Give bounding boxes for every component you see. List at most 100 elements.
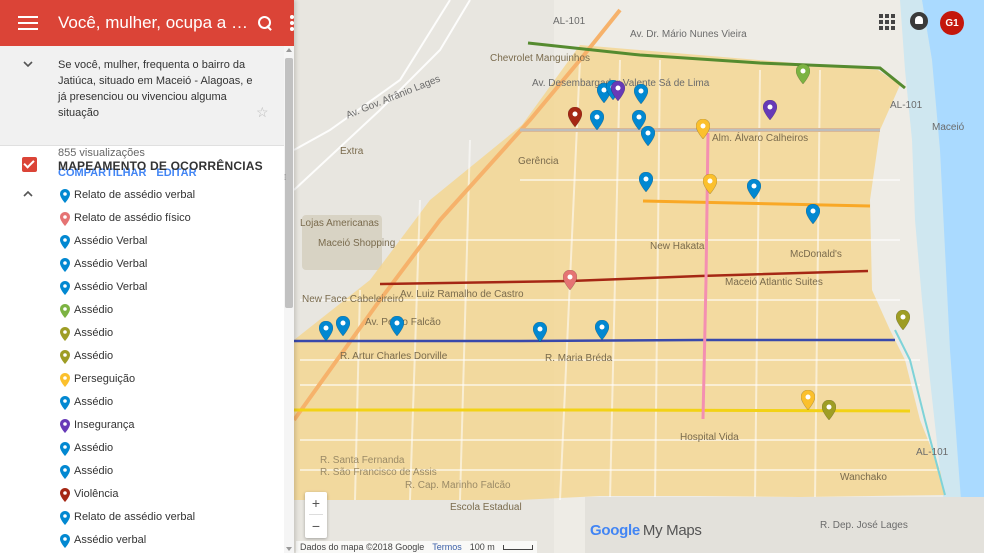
map-attribution: Dados do mapa ©2018 Google Termos 100 m	[296, 541, 537, 553]
map-pin[interactable]	[611, 81, 625, 101]
map-pin[interactable]	[822, 400, 836, 420]
list-item[interactable]: Assédio	[0, 300, 282, 323]
map-pin[interactable]	[634, 84, 648, 104]
list-item[interactable]: Assédio Verbal	[0, 231, 282, 254]
map-marker-icon	[60, 189, 70, 203]
scroll-up-arrow[interactable]	[286, 48, 292, 52]
list-item-label: Assédio	[74, 327, 114, 339]
list-item[interactable]: Assédio verbal	[0, 530, 282, 553]
list-item[interactable]: Relato de assédio verbal	[0, 507, 282, 530]
scale-bar	[502, 544, 533, 550]
list-item[interactable]: Relato de assédio físico	[0, 208, 282, 231]
more-options-icon[interactable]	[290, 15, 294, 31]
menu-icon[interactable]	[18, 16, 38, 30]
layer-header: MAPEAMENTO DE OCORRÊNCIAS	[0, 155, 282, 179]
map-marker-icon	[60, 465, 70, 479]
app-root: AL-101 Av. Dr. Mário Nunes Vieira Av. Go…	[0, 0, 984, 553]
map-pin[interactable]	[806, 204, 820, 224]
map-pin[interactable]	[703, 174, 717, 194]
apps-grid-icon[interactable]	[879, 14, 895, 30]
map-pin[interactable]	[747, 179, 761, 199]
map-marker-icon	[60, 327, 70, 341]
list-item[interactable]: Assédio	[0, 438, 282, 461]
map-label-wanchako: Wanchako	[840, 472, 887, 483]
zoom-in-button[interactable]: +	[305, 492, 327, 514]
list-item[interactable]: Assédio	[0, 392, 282, 415]
map-marker-icon	[60, 419, 70, 433]
panel-scrollbar[interactable]	[284, 46, 294, 553]
map-pin[interactable]	[319, 321, 333, 341]
map-pin[interactable]	[641, 126, 655, 146]
google-my-maps-logo: Google My Maps	[590, 522, 702, 539]
list-item[interactable]: Assédio	[0, 461, 282, 484]
map-marker-icon	[60, 373, 70, 387]
map-marker-icon	[60, 281, 70, 295]
list-item-label: Assédio verbal	[74, 534, 147, 546]
chevron-down-icon[interactable]	[22, 58, 34, 70]
layer-checkbox[interactable]	[22, 157, 37, 172]
map-pin[interactable]	[896, 310, 910, 330]
map-pin[interactable]	[563, 270, 577, 290]
list-item[interactable]: Violência	[0, 484, 282, 507]
map-pin[interactable]	[336, 316, 350, 336]
zoom-control: + −	[305, 492, 327, 538]
map-pin[interactable]	[639, 172, 653, 192]
map-marker-icon	[60, 212, 70, 226]
map-marker-icon	[60, 304, 70, 318]
search-icon[interactable]	[256, 14, 274, 32]
list-item-label: Assédio	[74, 396, 114, 408]
map-marker-icon	[60, 511, 70, 525]
map-pin[interactable]	[568, 107, 582, 127]
terms-link[interactable]: Termos	[432, 542, 462, 552]
map-label-al101-mid: AL-101	[890, 100, 923, 111]
map-pin[interactable]	[801, 390, 815, 410]
zoom-out-button[interactable]: −	[305, 515, 327, 537]
map-label-r-artur-charles: R. Artur Charles Dorville	[340, 351, 448, 362]
list-item[interactable]: Relato de assédio verbal	[0, 185, 282, 208]
panel-resize-handle[interactable]: ⁞	[284, 174, 292, 188]
list-item-label: Assédio Verbal	[74, 281, 148, 293]
list-item[interactable]: Assédio Verbal	[0, 254, 282, 277]
map-label-av-luiz-ramalho: Av. Luiz Ramalho de Castro	[400, 289, 524, 300]
list-item-label: Relato de assédio verbal	[74, 511, 196, 523]
list-item[interactable]: Assédio Verbal	[0, 277, 282, 300]
star-icon[interactable]: ☆	[256, 104, 269, 121]
notifications-bell-icon[interactable]	[910, 12, 928, 30]
map-marker-icon	[60, 350, 70, 364]
list-item-label: Insegurança	[74, 419, 135, 431]
map-label-shopping: Maceió Shopping	[318, 238, 396, 249]
map-label-r-sao-francisco: R. São Francisco de Assis	[320, 467, 437, 478]
map-marker-icon	[60, 534, 70, 548]
layer-title: MAPEAMENTO DE OCORRÊNCIAS	[58, 159, 263, 173]
map-label-r-marinho-falcao: R. Cap. Marinho Falcão	[405, 480, 511, 491]
map-pin[interactable]	[796, 64, 810, 84]
scroll-down-arrow[interactable]	[286, 547, 292, 551]
map-pin[interactable]	[590, 110, 604, 130]
map-label-r-maria-breda: R. Maria Bréda	[545, 353, 613, 364]
map-label-av-dr-mario-nunes: Av. Dr. Mário Nunes Vieira	[630, 29, 747, 40]
map-pin[interactable]	[595, 320, 609, 340]
g1-logo[interactable]: G1	[940, 11, 964, 35]
list-item[interactable]: Assédio	[0, 346, 282, 369]
list-item[interactable]: Insegurança	[0, 415, 282, 438]
map-label-al101: AL-101	[553, 16, 586, 27]
map-label-maceio-atlantic: Maceió Atlantic Suites	[725, 277, 823, 288]
map-marker-icon	[60, 488, 70, 502]
list-item-label: Assédio Verbal	[74, 258, 148, 270]
list-item[interactable]: Perseguição	[0, 369, 282, 392]
map-title: Você, mulher, ocupa a Jatiúca?	[58, 13, 248, 32]
map-label-new-hakata: New Hakata	[650, 241, 705, 252]
map-pin[interactable]	[533, 322, 547, 342]
map-pin[interactable]	[390, 316, 404, 336]
list-item-label: Assédio	[74, 350, 114, 362]
list-item[interactable]: Assédio	[0, 323, 282, 346]
list-item-label: Violência	[74, 488, 119, 500]
list-item-label: Perseguição	[74, 373, 136, 385]
map-marker-icon	[60, 396, 70, 410]
map-pin[interactable]	[763, 100, 777, 120]
list-item-label: Assédio	[74, 442, 114, 454]
panel-header: Você, mulher, ocupa a Jatiúca?	[0, 0, 294, 46]
map-label-hospital-vida: Hospital Vida	[680, 432, 739, 443]
map-pin[interactable]	[696, 119, 710, 139]
side-panel: Você, mulher, ocupa a Jatiúca? Se você, …	[0, 0, 294, 553]
